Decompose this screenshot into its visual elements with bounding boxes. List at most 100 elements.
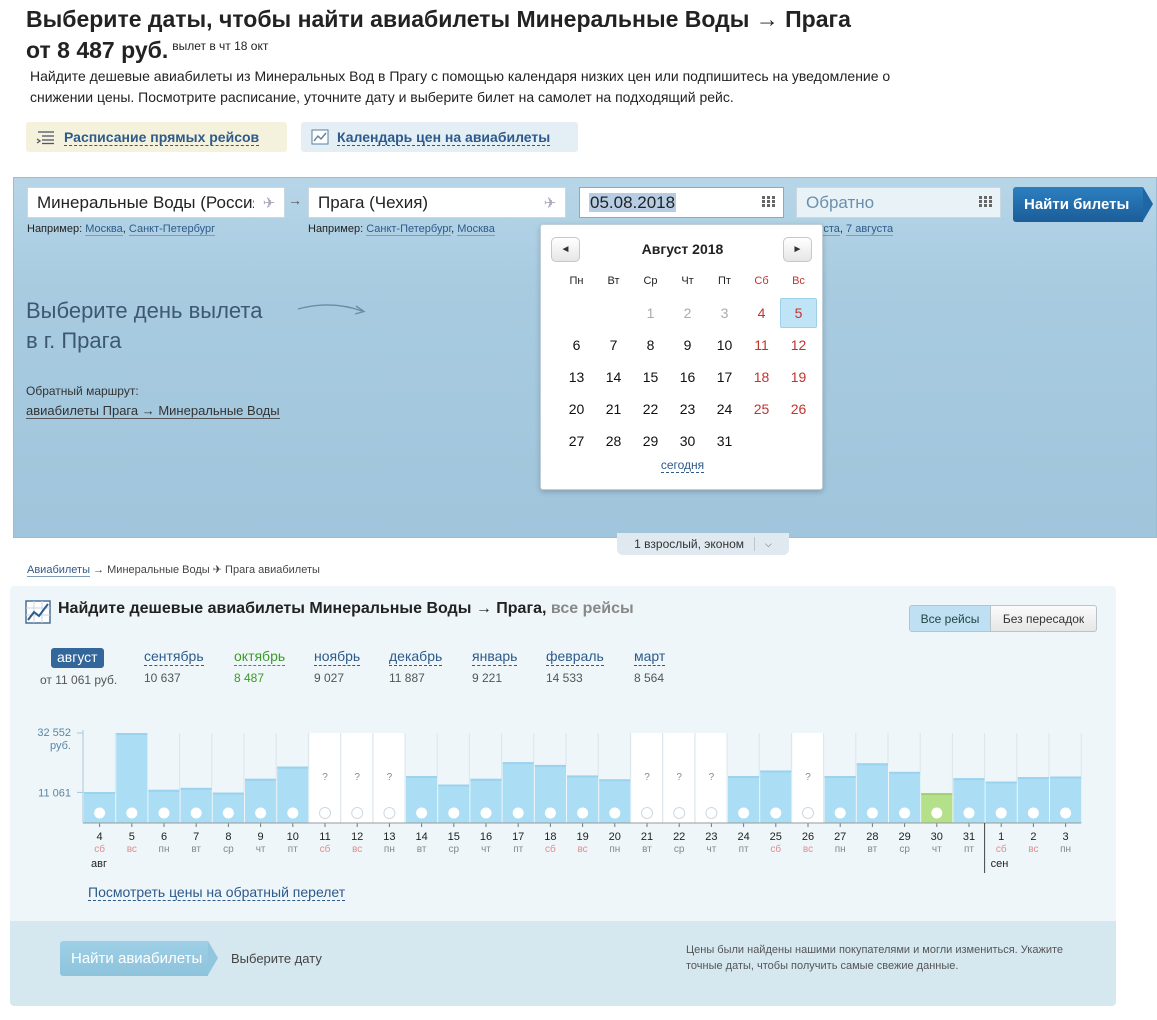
x-weekday-label: пт — [739, 844, 749, 855]
calendar-day[interactable]: 25 — [743, 393, 780, 425]
calendar-day[interactable]: 11 — [743, 329, 780, 361]
price-bar-chart: 32 552руб.11 0614сб5вс6пн7вт8ср9чт10пт?1… — [37, 727, 1082, 873]
x-weekday-label: ср — [674, 844, 685, 855]
calendar-day[interactable]: 8 — [632, 329, 669, 361]
calendar-day[interactable]: 18 — [743, 361, 780, 393]
page-title: Выберите даты, чтобы найти авиабилеты Ми… — [26, 6, 851, 32]
x-day-label: 16 — [480, 831, 492, 843]
price-bar-top — [534, 764, 566, 767]
schedule-button[interactable]: Расписание прямых рейсов — [26, 122, 287, 152]
price-calendar-link[interactable]: Календарь цен на авиабилеты — [337, 129, 551, 146]
calendar-day[interactable]: 24 — [706, 393, 743, 425]
x-weekday-label: вс — [127, 844, 137, 855]
x-day-label: 18 — [544, 831, 556, 843]
calendar-day[interactable]: 13 — [558, 361, 595, 393]
price-calendar-button[interactable]: Календарь цен на авиабилеты — [301, 122, 578, 152]
departure-date-field[interactable]: 05.08.2018 — [579, 187, 784, 218]
day-marker — [802, 807, 814, 819]
calendar-day[interactable]: 17 — [706, 361, 743, 393]
x-weekday-label: ср — [223, 844, 234, 855]
calendar-grid-icon[interactable] — [753, 194, 783, 211]
y-tick-label: 11 061 — [38, 787, 71, 799]
month-tab-1[interactable]: сентябрь 10 637 — [144, 648, 204, 685]
day-marker — [94, 807, 106, 819]
hint-return-2[interactable]: 7 августа — [846, 223, 894, 236]
calendar-day[interactable]: 19 — [780, 361, 817, 393]
month-tab-0[interactable]: август от 11 061 руб. — [40, 648, 117, 687]
calendar-day[interactable]: 7 — [595, 329, 632, 361]
month-tab-7[interactable]: март 8 564 — [634, 648, 666, 685]
next-month-button[interactable]: ► — [783, 237, 812, 262]
month-tab-2[interactable]: октябрь 8 487 — [234, 648, 286, 685]
calendar-day[interactable]: 23 — [669, 393, 706, 425]
calendar-day[interactable]: 30 — [669, 425, 706, 457]
calendar-day[interactable]: 9 — [669, 329, 706, 361]
calendar-day[interactable]: 21 — [595, 393, 632, 425]
calendar-grid-icon[interactable] — [970, 194, 1000, 211]
find-flights-button[interactable]: Найти авиабилеты — [60, 941, 218, 976]
return-date-field[interactable]: Обратно — [796, 187, 1001, 218]
calendar-grid: Пн Вт Ср Чт Пт Сб Вс 1 2 3 4 5 6 7 8 9 10 11 12 13 14 15 16 17 1… — [558, 273, 818, 457]
chart-icon — [311, 129, 329, 145]
month-tab-3[interactable]: ноябрь 9 027 — [314, 648, 361, 685]
day-marker — [963, 807, 975, 819]
filter-nonstop[interactable]: Без пересадок — [990, 605, 1097, 632]
calendar-day[interactable]: 12 — [780, 329, 817, 361]
price-bar-top — [277, 766, 309, 769]
month-tab-6[interactable]: февраль 14 533 — [546, 648, 604, 685]
hint-spb[interactable]: Санкт-Петербург — [366, 223, 452, 236]
calendar-day[interactable]: 26 — [780, 393, 817, 425]
reverse-prices-link[interactable]: Посмотреть цены на обратный перелет — [88, 884, 346, 901]
unknown-price-label: ? — [709, 772, 715, 783]
day-marker — [641, 807, 653, 819]
price-bar-top — [567, 775, 599, 778]
month-name: октябрь — [234, 648, 286, 666]
calendar-day[interactable]: 29 — [632, 425, 669, 457]
calendar-day[interactable]: 22 — [632, 393, 669, 425]
price-bar-top — [84, 792, 116, 795]
calendar-day[interactable]: 14 — [595, 361, 632, 393]
month-tab-4[interactable]: декабрь 11 887 — [389, 648, 443, 685]
origin-field[interactable]: Минеральные Воды (Россия) ✈ — [27, 187, 285, 218]
calendar-day[interactable]: 10 — [706, 329, 743, 361]
month-name: март — [634, 648, 666, 666]
calendar-day[interactable]: 15 — [632, 361, 669, 393]
x-weekday-label: вс — [577, 844, 587, 855]
breadcrumb-root[interactable]: Авиабилеты — [27, 564, 91, 577]
calendar-day-selected[interactable]: 5 — [780, 298, 817, 328]
x-weekday-label: пт — [288, 844, 298, 855]
passengers-selector[interactable]: 1 взрослый, эконом ⌵ — [617, 533, 789, 555]
weekday-header: Пт — [718, 275, 731, 287]
x-day-label: 6 — [161, 831, 167, 843]
day-marker — [770, 807, 782, 819]
hint-moscow[interactable]: Москва — [457, 223, 495, 236]
find-tickets-button[interactable]: Найти билеты — [1013, 187, 1153, 222]
filter-all-flights[interactable]: Все рейсы — [909, 605, 991, 632]
x-day-label: 3 — [1063, 831, 1069, 843]
price-chart-icon — [25, 600, 51, 624]
x-weekday-label: чт — [481, 844, 491, 855]
month-name: февраль — [546, 648, 604, 666]
price-calendar-title: Найдите дешевые авиабилеты Минеральные В… — [58, 600, 634, 617]
month-name: декабрь — [389, 648, 443, 666]
calendar-blank — [558, 297, 595, 329]
destination-field[interactable]: Прага (Чехия) ✈ — [308, 187, 566, 218]
calendar-day[interactable]: 27 — [558, 425, 595, 457]
calendar-day[interactable]: 4 — [743, 297, 780, 329]
day-marker — [158, 807, 170, 819]
calendar-day[interactable]: 6 — [558, 329, 595, 361]
price-bar-top — [406, 775, 438, 778]
month-tab-5[interactable]: январь 9 221 — [472, 648, 518, 685]
today-link[interactable]: сегодня — [660, 458, 705, 473]
hint-spb[interactable]: Санкт-Петербург — [128, 223, 216, 236]
price-bar-top — [1017, 777, 1049, 780]
chevron-right-icon: ► — [792, 244, 803, 255]
min-price: от 8 487 руб. — [26, 37, 169, 63]
calendar-day[interactable]: 16 — [669, 361, 706, 393]
calendar-day[interactable]: 31 — [706, 425, 743, 457]
calendar-day[interactable]: 28 — [595, 425, 632, 457]
hint-moscow[interactable]: Москва — [85, 223, 123, 236]
calendar-day[interactable]: 20 — [558, 393, 595, 425]
back-route-link[interactable]: авиабилеты Прага → Минеральные Воды — [26, 403, 280, 419]
schedule-link[interactable]: Расписание прямых рейсов — [64, 129, 260, 146]
